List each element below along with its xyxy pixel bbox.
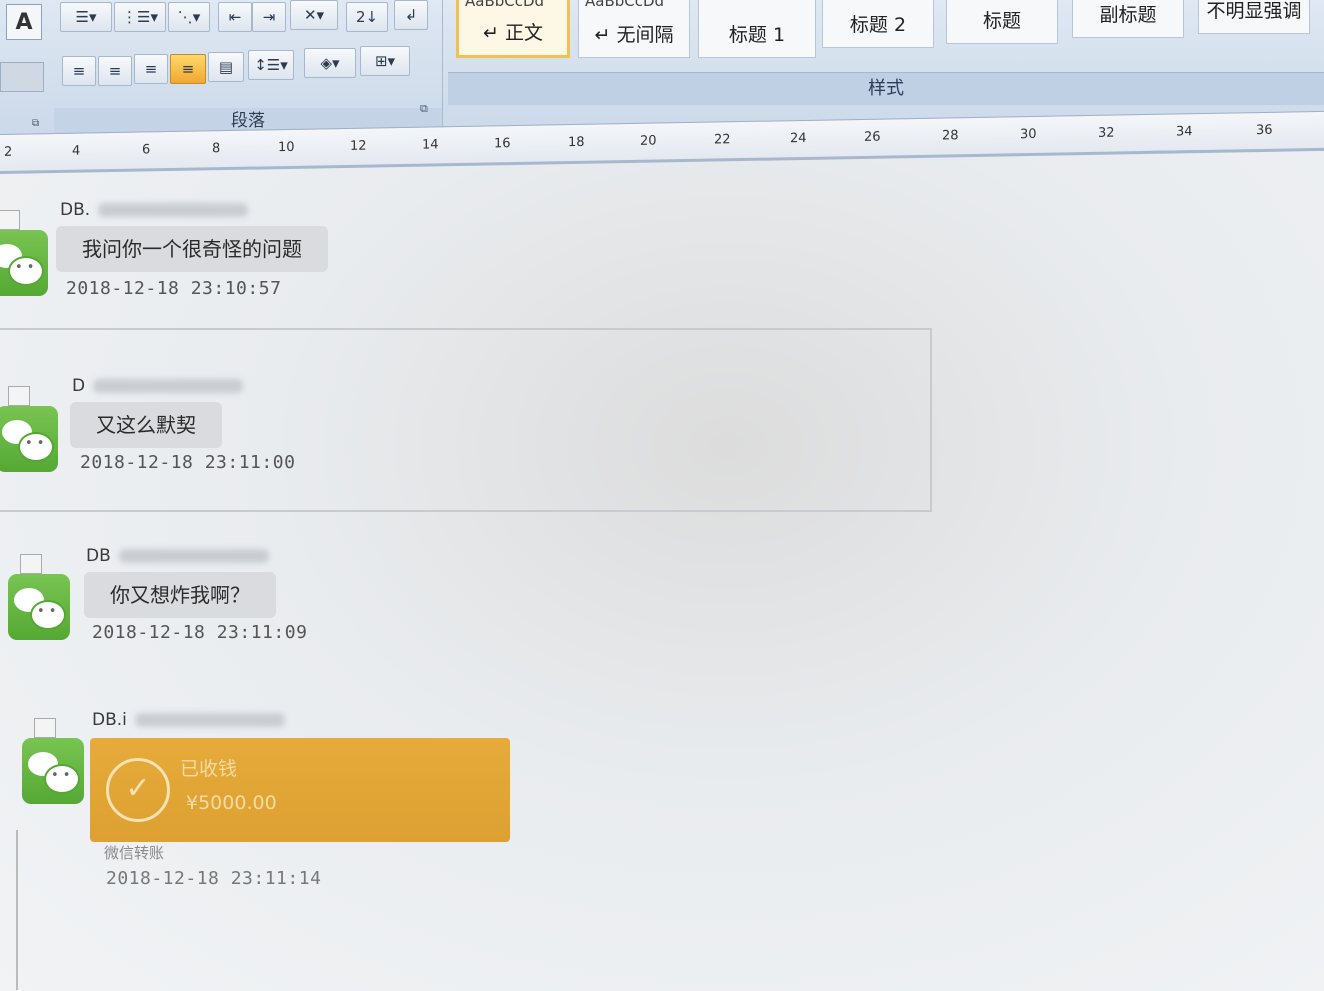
bullet-list-icon[interactable]: ☰▾ [60, 2, 112, 32]
ruler-tick: 28 [942, 128, 959, 144]
shading-icon[interactable]: ◈▾ [304, 48, 356, 78]
transfer-amount: ¥5000.00 [186, 792, 277, 814]
font-dialog-button[interactable]: A [6, 4, 42, 40]
ruler-tick: 24 [790, 130, 807, 147]
wechat-avatar-icon [0, 210, 48, 296]
ruler-tick: 16 [494, 136, 511, 152]
justify-icon[interactable]: ≡ [170, 54, 206, 84]
check-circle-icon: ✓ [106, 758, 170, 822]
ruler-tick: 32 [1098, 125, 1115, 141]
style-title[interactable]: 标题 [946, 0, 1058, 44]
transfer-status: 已收钱 [180, 758, 238, 780]
message-bubble[interactable]: 你又想炸我啊？ [84, 572, 276, 618]
ruler-tick: 26 [864, 129, 881, 145]
numbered-list-icon[interactable]: ⋮☰▾ [114, 2, 166, 32]
message-timestamp: 2018-12-18 23:10:57 [66, 278, 282, 299]
ruler-tick: 4 [72, 143, 81, 159]
borders-icon[interactable]: ⊞▾ [360, 46, 410, 76]
message-timestamp: 2018-12-18 23:11:14 [106, 868, 322, 889]
style-heading-2[interactable]: 标题 2 [822, 0, 934, 48]
transfer-subtitle: 微信转账 [104, 844, 165, 862]
ruler-tick: 2 [4, 144, 13, 160]
document-body[interactable]: DB. 我问你一个很奇怪的问题 2018-12-18 23:10:57 D 又这… [0, 170, 1324, 991]
font-group-launcher-icon[interactable]: ⧉ [32, 118, 46, 132]
ruler-tick: 18 [568, 134, 585, 151]
distributed-icon[interactable]: ▤ [208, 52, 244, 82]
ruler-tick: 20 [640, 133, 657, 149]
paragraph-mark-icon[interactable]: ↲ [394, 0, 428, 30]
sort-icon[interactable]: 2↓ [346, 2, 388, 32]
wechat-avatar-icon [0, 386, 58, 472]
message-timestamp: 2018-12-18 23:11:00 [80, 452, 296, 473]
sender-name: DB [86, 546, 269, 566]
message-bubble[interactable]: 我问你一个很奇怪的问题 [56, 226, 328, 272]
style-no-spacing[interactable]: AaBbCcDd ↵ 无间隔 [578, 0, 690, 58]
style-normal[interactable]: AaBbCcDd ↵ 正文 [456, 0, 570, 58]
message-bubble[interactable]: 又这么默契 [70, 402, 222, 448]
ruler-tick: 12 [350, 138, 367, 154]
ruler-tick: 30 [1020, 126, 1037, 143]
sender-name: D [72, 376, 244, 396]
align-left-icon[interactable]: ≡ [62, 56, 96, 86]
ruler-tick: 8 [212, 141, 221, 157]
page-edge [16, 830, 18, 990]
styles-group: AaBbCcDd ↵ 正文 AaBbCcDd ↵ 无间隔 标题 1 标题 2 标… [448, 0, 1324, 130]
ruler-tick: 14 [422, 137, 439, 153]
style-heading-1[interactable]: 标题 1 [698, 0, 816, 58]
transfer-card[interactable]: ✓ 已收钱 ¥5000.00 [90, 738, 510, 842]
ruler-tick: 6 [142, 142, 151, 158]
style-subtle-emphasis[interactable]: 不明显强调 [1198, 0, 1310, 34]
ruler-tick: 22 [714, 132, 731, 148]
increase-indent-icon[interactable]: ⇥ [252, 2, 286, 32]
multilevel-list-icon[interactable]: ⋱▾ [168, 2, 210, 32]
align-center-icon[interactable]: ≡ [98, 56, 132, 86]
style-subtitle[interactable]: 副标题 [1072, 0, 1184, 38]
chinese-layout-icon[interactable]: ✕▾ [290, 0, 338, 30]
decrease-indent-icon[interactable]: ⇤ [218, 2, 252, 32]
paragraph-launcher-icon[interactable]: ⧉ [420, 102, 428, 116]
styles-group-label: 样式 [448, 72, 1324, 105]
align-right-icon[interactable]: ≡ [134, 54, 168, 84]
sender-name: DB.i [92, 710, 285, 730]
font-size-box[interactable] [0, 62, 44, 92]
message-timestamp: 2018-12-18 23:11:09 [92, 622, 308, 643]
line-spacing-icon[interactable]: ↕☰▾ [248, 50, 294, 80]
ruler-tick: 36 [1256, 122, 1273, 139]
sender-name: DB. [60, 200, 249, 220]
wechat-avatar-icon [22, 718, 84, 804]
ruler-tick: 34 [1176, 124, 1193, 140]
wechat-avatar-icon [8, 554, 70, 640]
ruler-tick: 10 [278, 139, 295, 156]
